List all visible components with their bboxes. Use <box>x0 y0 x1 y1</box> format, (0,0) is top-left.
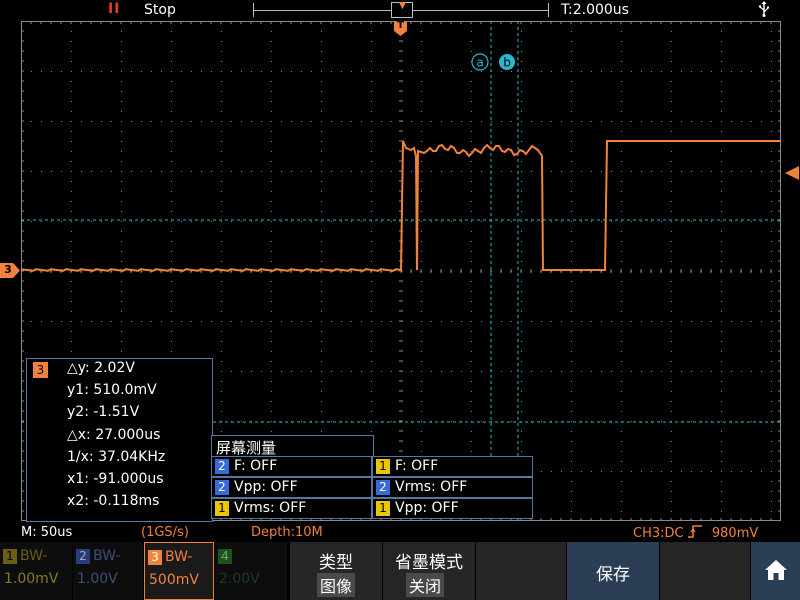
trigger-level: 980mV <box>711 526 759 541</box>
measurement-title: 屏幕测量 <box>216 439 277 457</box>
measurement-channel-badge: 1 <box>215 501 229 516</box>
channel-3-volts: 500mV <box>149 572 199 588</box>
channel-2-volts: 1.00V <box>77 571 118 587</box>
measurement-item[interactable]: 2 Vpp: OFF <box>211 477 372 498</box>
memory-track-left-cap <box>253 3 254 17</box>
channel-1-bw-limit: BW- <box>20 548 48 564</box>
type-menu-value: 图像 <box>317 573 356 597</box>
empty-menu-button[interactable] <box>475 542 566 600</box>
svg-text:a: a <box>476 56 483 70</box>
save-button[interactable]: 保存 <box>566 542 659 600</box>
memory-position-bar[interactable]: ▼ <box>253 1 549 18</box>
measurement-value: F: OFF <box>395 458 439 474</box>
measurement-value: F: OFF <box>234 458 278 474</box>
cursor-channel-badge: 3 <box>33 362 48 378</box>
acquisition-status: Stop <box>144 2 176 18</box>
memory-track-right-cap <box>548 3 549 17</box>
ink-save-mode-label: 省墨模式 <box>395 553 463 573</box>
measurement-item[interactable]: 1 Vrms: OFF <box>211 498 372 519</box>
screen-measurement-panel: 屏幕测量 2 F: OFF 1 F: OFF 2 Vpp: OFF 2 Vrms… <box>211 435 533 520</box>
memory-depth: Depth:10M <box>251 525 323 540</box>
cursor-inverse-delta-x: 1/x: 37.04KHz <box>67 449 166 465</box>
cursor-x1-value: x1: -91.000us <box>67 471 164 487</box>
measurement-item[interactable]: 2 F: OFF <box>211 456 372 477</box>
type-menu-label: 类型 <box>319 553 353 573</box>
measurement-value: Vrms: OFF <box>234 500 307 516</box>
measurement-title-box: 屏幕测量 <box>211 435 374 457</box>
channel-2-button[interactable]: 2 BW- 1.00V <box>73 542 143 600</box>
home-icon <box>765 560 787 580</box>
cursor-delta-y: △y: 2.02V <box>67 360 135 376</box>
type-menu-button[interactable]: 类型 图像 <box>289 542 382 600</box>
ch3-offset-marker-label: 3 <box>4 263 12 276</box>
measurement-item[interactable]: 2 Vrms: OFF <box>372 477 533 498</box>
channel-1-button[interactable]: 1 BW- 1.00mV <box>0 542 72 600</box>
save-button-label: 保存 <box>596 565 630 585</box>
sample-rate: (1GS/s) <box>141 525 189 540</box>
trigger-position-marker-icon: ▼ <box>399 1 406 11</box>
channel-1-number: 1 <box>3 549 17 564</box>
channel-4-button[interactable]: 4 2.00V <box>215 542 287 600</box>
cursor-delta-x: △x: 27.000us <box>67 427 161 443</box>
measurement-value: Vpp: OFF <box>395 500 459 516</box>
ink-save-mode-button[interactable]: 省墨模式 关闭 <box>382 542 475 600</box>
measurement-channel-badge: 1 <box>376 501 390 516</box>
home-button[interactable] <box>750 542 800 600</box>
measurement-channel-badge: 2 <box>376 480 390 495</box>
cursor-x2-value: x2: -0.118ms <box>67 493 160 509</box>
empty-menu-button[interactable] <box>659 542 750 600</box>
cursor-y2-value: y2: -1.51V <box>67 404 140 420</box>
measurement-item[interactable]: 1 Vpp: OFF <box>372 498 533 519</box>
channel-2-bw-limit: BW- <box>93 548 121 564</box>
cursor-y1-value: y1: 510.0mV <box>67 382 157 398</box>
cursor-measurement-panel: 3 △y: 2.02V y1: 510.0mV y2: -1.51V △x: 2… <box>26 358 213 522</box>
cursor-b-label[interactable]: b <box>499 54 515 70</box>
measurement-value: Vrms: OFF <box>395 479 468 495</box>
ch3-waveform-trace <box>21 140 781 272</box>
trigger-time-marker[interactable]: T <box>394 20 407 36</box>
measurement-channel-badge: 1 <box>376 459 390 474</box>
measurement-value: Vpp: OFF <box>234 479 298 495</box>
trigger-delay-readout: T:2.000us <box>561 2 629 18</box>
trigger-time-marker-label: T <box>397 20 404 31</box>
trigger-level-marker[interactable] <box>783 165 799 180</box>
trigger-info[interactable]: CH3:DC 980mV <box>633 525 758 541</box>
channel-2-number: 2 <box>76 549 90 564</box>
trigger-source: CH3:DC <box>633 526 684 541</box>
channel-3-number: 3 <box>148 550 162 565</box>
ink-save-mode-value: 关闭 <box>406 573 445 597</box>
rising-edge-icon <box>687 525 702 538</box>
svg-text:b: b <box>503 56 511 70</box>
measurement-channel-badge: 2 <box>215 480 229 495</box>
channel-4-number: 4 <box>218 549 232 564</box>
measurement-channel-badge: 2 <box>215 459 229 474</box>
measurement-item[interactable]: 1 F: OFF <box>372 456 533 477</box>
channel-3-button[interactable]: 3 BW- 500mV <box>144 542 214 600</box>
run-stop-icon[interactable]: II <box>108 1 120 17</box>
usb-icon <box>758 1 770 21</box>
channel-4-volts: 2.00V <box>219 571 260 587</box>
ch3-offset-marker[interactable]: 3 <box>0 263 20 278</box>
channel-3-bw-limit: BW- <box>165 549 193 565</box>
cursor-a-label[interactable]: a <box>471 53 489 71</box>
channel-1-volts: 1.00mV <box>4 571 59 587</box>
horizontal-timebase[interactable]: M: 50us <box>21 525 72 540</box>
